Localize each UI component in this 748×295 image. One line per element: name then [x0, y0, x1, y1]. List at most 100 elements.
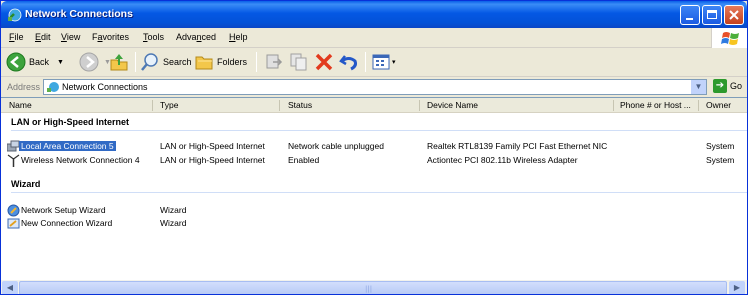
- connection-device: Realtek RTL8139 Family PCI Fast Ethernet…: [427, 141, 608, 151]
- menu-favorites-rest: vorites: [102, 32, 130, 42]
- list-item[interactable]: Wireless Network Connection 4 LAN or Hig…: [1, 154, 747, 167]
- views-button[interactable]: ▾: [371, 51, 396, 73]
- menu-favorites[interactable]: Favorites: [92, 32, 129, 42]
- list-item[interactable]: Network Setup Wizard Wizard: [1, 204, 747, 217]
- undo-icon: [339, 55, 357, 71]
- network-connections-icon: [47, 82, 59, 92]
- menu-advanced[interactable]: Advanced: [176, 32, 216, 42]
- maximize-button[interactable]: [702, 5, 722, 25]
- back-label: Back: [29, 57, 50, 67]
- menu-bar: File Edit View Favorites Tools Advanced …: [1, 28, 747, 48]
- connection-name: Wireless Network Connection 4: [21, 155, 140, 165]
- connection-status: Enabled: [288, 155, 320, 165]
- back-dropdown-icon[interactable]: ▼: [57, 59, 64, 66]
- column-divider[interactable]: [152, 100, 153, 111]
- go-label: Go: [730, 81, 743, 91]
- network-setup-wizard-icon: [7, 204, 20, 217]
- new-connection-wizard-icon: [7, 218, 20, 229]
- address-dropdown-button[interactable]: ▼: [691, 80, 706, 94]
- list-item[interactable]: Local Area Connection 5 LAN or High-Spee…: [1, 140, 747, 153]
- delete-button[interactable]: [314, 51, 334, 73]
- group-divider: [11, 130, 747, 131]
- file-list: Name Type Status Device Name Phone # or …: [1, 97, 747, 280]
- column-header-phone[interactable]: Phone # or Host ...: [620, 100, 691, 110]
- back-arrow-icon: [6, 52, 26, 72]
- column-header-device-name[interactable]: Device Name: [427, 100, 478, 110]
- copy-to-button[interactable]: [289, 51, 309, 73]
- menu-advanced-pre: Adva: [176, 32, 197, 42]
- list-item[interactable]: New Connection Wizard Wizard: [1, 218, 747, 230]
- windows-flag-icon: [721, 32, 739, 45]
- chevron-left-icon: ◀: [6, 283, 14, 292]
- scroll-right-button[interactable]: ▶: [729, 281, 745, 294]
- toolbar-separator: [256, 52, 257, 72]
- address-label: Address: [7, 82, 41, 92]
- views-dropdown-icon[interactable]: ▾: [392, 58, 396, 66]
- folders-label: Folders: [217, 57, 248, 67]
- menu-view-rest: iew: [66, 32, 81, 42]
- move-to-button[interactable]: [264, 51, 284, 73]
- menu-view[interactable]: View: [61, 32, 80, 42]
- scroll-thumb[interactable]: |||: [19, 281, 727, 294]
- menu-advanced-rest: ced: [201, 32, 217, 42]
- address-input[interactable]: Network Connections ▼: [43, 79, 707, 95]
- column-header-status[interactable]: Status: [288, 100, 312, 110]
- column-divider[interactable]: [419, 100, 420, 111]
- column-header-name[interactable]: Name: [9, 100, 32, 110]
- folders-icon: [195, 56, 213, 70]
- minimize-button[interactable]: [680, 5, 700, 25]
- up-folder-button[interactable]: [109, 51, 129, 73]
- forward-arrow-icon: [79, 52, 99, 72]
- menu-tools[interactable]: Tools: [143, 32, 164, 42]
- network-connections-icon: [8, 8, 22, 22]
- connection-name-text: Local Area Connection 5: [19, 141, 116, 151]
- back-button[interactable]: Back ▼: [6, 51, 64, 73]
- chevron-right-icon: ▶: [733, 283, 741, 292]
- group-divider: [11, 192, 747, 193]
- copy-to-icon: [290, 53, 307, 71]
- folders-button[interactable]: Folders: [194, 51, 247, 73]
- window-title: Network Connections: [25, 8, 133, 20]
- search-button[interactable]: Search: [140, 51, 192, 73]
- scroll-left-button[interactable]: ◀: [2, 281, 18, 294]
- undo-button[interactable]: [339, 51, 359, 73]
- chevron-down-icon: ▼: [694, 82, 703, 91]
- column-divider[interactable]: [613, 100, 614, 111]
- menu-edit-rest: dit: [41, 32, 51, 42]
- close-button[interactable]: [724, 5, 744, 25]
- connection-type: LAN or High-Speed Internet: [160, 141, 265, 151]
- windows-logo: [711, 28, 747, 48]
- column-divider[interactable]: [279, 100, 280, 111]
- connection-type: LAN or High-Speed Internet: [160, 155, 265, 165]
- connection-status: Network cable unplugged: [288, 141, 384, 151]
- menu-help[interactable]: Help: [229, 32, 248, 42]
- title-bar[interactable]: Network Connections: [1, 1, 747, 28]
- menu-file[interactable]: File: [9, 32, 24, 42]
- menu-help-rest: elp: [235, 32, 248, 42]
- views-icon: [372, 54, 390, 70]
- explorer-window: Network Connections File Edit View Favor…: [0, 0, 748, 295]
- menu-file-rest: ile: [14, 32, 24, 42]
- toolbar-separator: [135, 52, 136, 72]
- column-header-owner[interactable]: Owner: [706, 100, 731, 110]
- connection-name: Local Area Connection 5: [19, 141, 116, 151]
- horizontal-scrollbar[interactable]: ◀ ||| ▶: [1, 280, 747, 294]
- group-header-wizard: Wizard: [11, 179, 41, 189]
- close-icon: [729, 10, 739, 20]
- standard-toolbar: Back ▼ ▼ Search Folders ▾: [1, 48, 747, 77]
- wizard-name: New Connection Wizard: [21, 218, 113, 228]
- group-header-lan: LAN or High-Speed Internet: [11, 117, 130, 127]
- grip-icon: |||: [365, 285, 373, 293]
- move-to-icon: [266, 54, 283, 69]
- wizard-type: Wizard: [160, 205, 187, 215]
- menu-edit[interactable]: Edit: [35, 32, 51, 42]
- menu-tools-rest: ools: [147, 32, 165, 42]
- search-label: Search: [163, 57, 192, 67]
- go-button[interactable]: ➔ Go: [713, 79, 742, 93]
- column-header-type[interactable]: Type: [160, 100, 178, 110]
- wireless-connection-icon: [7, 154, 20, 167]
- forward-button[interactable]: ▼: [79, 51, 111, 73]
- address-value: Network Connections: [62, 82, 148, 92]
- column-divider[interactable]: [698, 100, 699, 111]
- search-icon: [141, 53, 158, 71]
